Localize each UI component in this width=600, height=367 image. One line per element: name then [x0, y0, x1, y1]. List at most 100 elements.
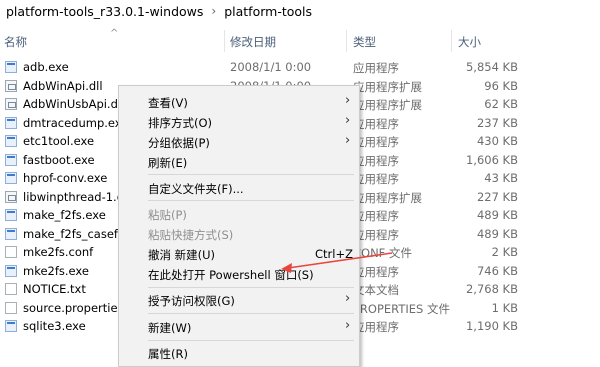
- file-name: make_f2fs.exe: [23, 208, 106, 222]
- column-divider[interactable]: [346, 30, 347, 52]
- file-size: 1,606 KB: [465, 152, 518, 167]
- menu-item-label: 属性(R): [148, 347, 188, 361]
- context-menu: 查看(V) › 排序方式(O) › 分组依据(P) › 刷新(E) 自定义文件夹(F)…: [118, 85, 360, 367]
- exe-file-icon: [5, 172, 17, 184]
- menu-item-label: 撤消 新建(U): [148, 248, 216, 262]
- menu-item-paste-shortcut[interactable]: 粘贴快捷方式(S): [119, 224, 359, 244]
- doc-file-icon: [5, 301, 17, 314]
- menu-item-shortcut: Ctrl+Z: [315, 247, 353, 261]
- menu-item-refresh[interactable]: 刷新(E): [119, 152, 359, 172]
- dll-file-icon: [5, 190, 17, 203]
- menu-item-open-powershell[interactable]: 在此处打开 Powershell 窗口(S): [119, 264, 359, 284]
- file-name: NOTICE.txt: [23, 282, 86, 296]
- file-row[interactable]: adb.exe 2008/1/1 0:00 应用程序 5,854 KB: [0, 58, 600, 77]
- file-type: 应用程序扩展: [353, 98, 422, 112]
- file-type: 应用程序扩展: [353, 79, 422, 94]
- menu-separator: [148, 287, 354, 288]
- file-type: 应用程序: [353, 61, 399, 75]
- doc-file-icon: [5, 283, 17, 295]
- menu-item-properties[interactable]: 属性(R): [119, 343, 359, 363]
- column-type[interactable]: 类型: [353, 34, 376, 50]
- menu-separator: [148, 174, 354, 175]
- menu-separator: [148, 340, 354, 341]
- submenu-arrow-icon: ›: [345, 318, 351, 333]
- menu-item-sort-by[interactable]: 排序方式(O) ›: [119, 112, 359, 132]
- exe-file-icon: [5, 320, 17, 332]
- dll-file-icon: [5, 98, 17, 110]
- file-name: adb.exe: [23, 60, 69, 74]
- file-size: 2,768 KB: [465, 282, 518, 296]
- file-size: 96 KB: [484, 78, 518, 93]
- file-name: mke2fs.exe: [23, 263, 89, 278]
- column-size[interactable]: 大小: [458, 34, 481, 50]
- file-name: fastboot.exe: [23, 152, 95, 167]
- menu-item-label: 排序方式(O): [148, 116, 213, 130]
- menu-item-undo-new[interactable]: 撤消 新建(U) Ctrl+Z: [119, 244, 359, 264]
- menu-item-label: 自定义文件夹(F)...: [148, 182, 244, 196]
- file-name: mke2fs.conf: [23, 245, 94, 259]
- menu-item-label: 粘贴快捷方式(S): [148, 228, 234, 242]
- file-name: dmtracedump.exe: [23, 115, 129, 130]
- file-size: 489 KB: [476, 208, 518, 222]
- file-size: 1,190 KB: [465, 319, 518, 333]
- exe-file-icon: [5, 61, 17, 73]
- breadcrumb-current[interactable]: platform-tools: [224, 4, 312, 19]
- file-size: 1 KB: [491, 300, 518, 315]
- file-size: 237 KB: [476, 115, 518, 130]
- doc-file-icon: [5, 246, 17, 258]
- file-name: sqlite3.exe: [23, 319, 86, 333]
- exe-file-icon: [5, 209, 17, 221]
- menu-item-grant-access[interactable]: 授予访问权限(G) ›: [119, 290, 359, 310]
- file-name: source.properties: [23, 300, 124, 315]
- submenu-arrow-icon: ›: [345, 113, 351, 128]
- submenu-arrow-icon: ›: [345, 291, 351, 306]
- menu-item-group-by[interactable]: 分组依据(P) ›: [119, 132, 359, 152]
- exe-file-icon: [5, 116, 17, 129]
- column-divider[interactable]: [224, 30, 225, 52]
- column-divider[interactable]: [451, 30, 452, 52]
- column-header: ^ 名称 修改日期 类型 大小: [0, 28, 600, 52]
- file-size: 43 KB: [484, 171, 518, 185]
- file-size: 489 KB: [476, 226, 518, 241]
- menu-separator: [148, 200, 354, 201]
- menu-separator: [148, 313, 354, 314]
- menu-item-label: 刷新(E): [148, 156, 188, 170]
- menu-item-label: 在此处打开 Powershell 窗口(S): [148, 268, 314, 282]
- file-size: 227 KB: [476, 189, 518, 204]
- menu-item-view[interactable]: 查看(V) ›: [119, 92, 359, 112]
- menu-item-customize-folder[interactable]: 自定义文件夹(F)...: [119, 178, 359, 198]
- file-name: etc1tool.exe: [23, 134, 95, 148]
- file-size: 62 KB: [484, 97, 518, 111]
- file-type: PROPERTIES 文件: [353, 301, 450, 316]
- submenu-arrow-icon: ›: [345, 93, 351, 108]
- menu-item-paste[interactable]: 粘贴(P): [119, 204, 359, 224]
- menu-item-label: 查看(V): [148, 96, 188, 110]
- file-name: AdbWinUsbApi.dll: [23, 97, 125, 111]
- menu-item-new[interactable]: 新建(W) ›: [119, 317, 359, 337]
- exe-file-icon: [5, 227, 17, 240]
- submenu-arrow-icon: ›: [345, 133, 351, 148]
- column-name[interactable]: 名称: [4, 34, 27, 50]
- file-name: AdbWinApi.dll: [23, 78, 103, 93]
- column-date[interactable]: 修改日期: [230, 34, 276, 50]
- file-type: 应用程序扩展: [353, 190, 422, 205]
- menu-item-label: 授予访问权限(G): [148, 294, 235, 308]
- file-name: hprof-conv.exe: [23, 171, 108, 185]
- breadcrumb-separator-icon[interactable]: ›: [211, 4, 216, 18]
- dll-file-icon: [5, 79, 17, 92]
- breadcrumb: platform-tools_r33.0.1-windows › platfor…: [0, 0, 600, 22]
- menu-item-label: 粘贴(P): [148, 208, 187, 222]
- file-size: 5,854 KB: [465, 60, 518, 74]
- file-size: 430 KB: [476, 134, 518, 148]
- file-size: 2 KB: [491, 245, 518, 259]
- exe-file-icon: [5, 135, 17, 147]
- file-type: CONF 文件: [353, 246, 412, 260]
- breadcrumb-parent[interactable]: platform-tools_r33.0.1-windows: [6, 4, 203, 19]
- exe-file-icon: [5, 264, 17, 277]
- file-size: 746 KB: [476, 263, 518, 278]
- file-name: libwinpthread-1.dll: [23, 189, 131, 204]
- menu-item-label: 新建(W): [148, 321, 192, 335]
- menu-item-label: 分组依据(P): [148, 136, 210, 150]
- sort-caret-icon: ^: [110, 28, 119, 39]
- file-date: 2008/1/1 0:00: [230, 60, 312, 74]
